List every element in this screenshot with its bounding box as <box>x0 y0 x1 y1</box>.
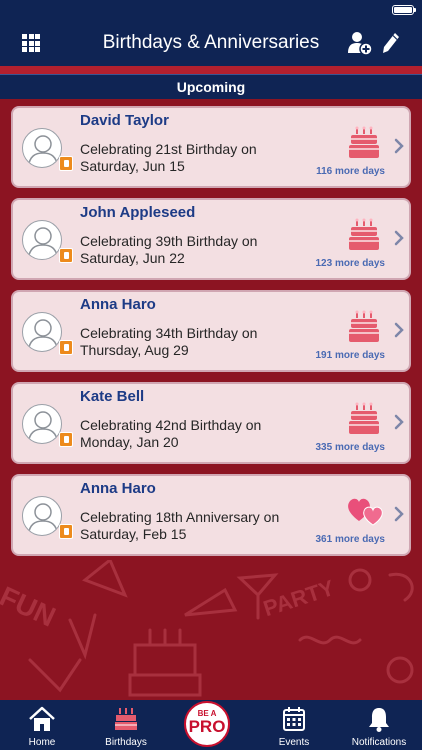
pro-main-label: PRO <box>188 717 226 736</box>
tab-home-label: Home <box>28 737 56 748</box>
fun-background-text: FUN <box>0 580 60 632</box>
contact-badge-icon <box>59 248 73 263</box>
chevron-right-icon[interactable] <box>394 230 404 246</box>
chevron-right-icon[interactable] <box>394 506 404 522</box>
hearts-icon <box>346 493 383 527</box>
days-remaining: 123 more days <box>315 258 386 269</box>
party-background-text: PARTY <box>260 575 337 621</box>
cake-icon <box>346 217 382 251</box>
event-description: Celebrating 39th Birthday on <box>80 233 258 249</box>
chevron-right-icon[interactable] <box>394 322 404 338</box>
event-name: John Appleseed <box>80 204 196 221</box>
tab-birthdays[interactable]: Birthdays <box>84 700 168 750</box>
tab-events-label: Events <box>278 737 310 748</box>
nav-bar: Birthdays & Anniversaries <box>0 20 422 66</box>
edit-button[interactable] <box>381 31 401 55</box>
days-remaining: 335 more days <box>315 442 386 453</box>
add-user-button[interactable] <box>347 30 373 56</box>
event-description: Celebrating 18th Anniversary on <box>80 509 280 525</box>
chevron-right-icon[interactable] <box>394 138 404 154</box>
event-card[interactable]: David Taylor Celebrating 21st Birthday on… <box>11 106 411 188</box>
event-description: Celebrating 42nd Birthday on <box>80 417 262 433</box>
days-remaining: 361 more days <box>315 534 386 545</box>
chevron-right-icon[interactable] <box>394 414 404 430</box>
avatar <box>22 220 62 260</box>
event-name: Kate Bell <box>80 388 145 405</box>
event-card[interactable]: Anna Haro Celebrating 34th Birthday on Thu… <box>11 290 411 372</box>
cake-icon <box>346 125 382 159</box>
party-background-art: FUN PARTY <box>0 560 414 697</box>
contact-badge-icon <box>59 524 73 539</box>
event-description: Celebrating 21st Birthday on <box>80 141 257 157</box>
battery-icon <box>392 5 416 15</box>
tab-home[interactable]: Home <box>0 700 84 750</box>
tab-events[interactable]: Events <box>252 700 336 750</box>
days-remaining: 191 more days <box>315 350 386 361</box>
tab-notifications[interactable]: Notifications <box>336 700 422 750</box>
event-date: Saturday, Jun 22 <box>80 250 185 266</box>
tab-birthdays-label: Birthdays <box>105 737 147 748</box>
avatar <box>22 404 62 444</box>
avatar <box>22 128 62 168</box>
contact-badge-icon <box>59 340 73 355</box>
event-date: Saturday, Feb 15 <box>80 526 187 542</box>
event-card[interactable]: John Appleseed Celebrating 39th Birthday … <box>11 198 411 280</box>
add-user-icon <box>348 32 373 56</box>
section-header: Upcoming <box>0 74 422 99</box>
cake-icon <box>346 401 382 435</box>
calendar-icon <box>283 707 305 731</box>
event-name: Anna Haro <box>80 296 156 313</box>
status-bar <box>0 0 422 20</box>
pencil-icon <box>383 33 399 53</box>
header-divider <box>0 66 422 74</box>
event-name: David Taylor <box>80 112 169 129</box>
home-icon <box>29 706 55 731</box>
event-name: Anna Haro <box>80 480 156 497</box>
be-a-pro-button[interactable]: BE A PRO <box>184 701 230 747</box>
event-date: Saturday, Jun 15 <box>80 158 185 174</box>
event-description: Celebrating 34th Birthday on <box>80 325 258 341</box>
tab-notifications-label: Notifications <box>351 737 407 748</box>
cake-icon <box>346 309 382 343</box>
avatar <box>22 312 62 352</box>
event-date: Thursday, Aug 29 <box>80 342 189 358</box>
tab-bar: Home Birthdays BE A PRO Events Notificat… <box>0 700 422 750</box>
contact-badge-icon <box>59 432 73 447</box>
bell-icon <box>369 708 389 732</box>
event-card[interactable]: Kate Bell Celebrating 42nd Birthday on Mon… <box>11 382 411 464</box>
contact-badge-icon <box>59 156 73 171</box>
avatar <box>22 496 62 536</box>
event-card[interactable]: Anna Haro Celebrating 18th Anniversary on… <box>11 474 411 556</box>
event-date: Monday, Jan 20 <box>80 434 179 450</box>
cake-icon <box>115 708 137 730</box>
days-remaining: 116 more days <box>316 166 385 177</box>
